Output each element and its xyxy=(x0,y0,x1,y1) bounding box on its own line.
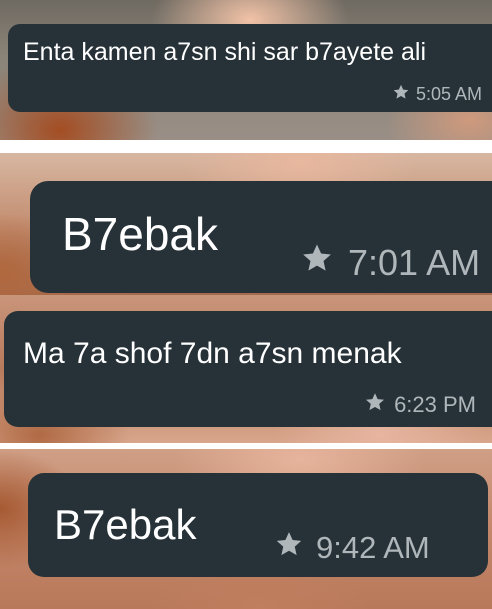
screenshot-panel-2: B7ebak 7:01 AM xyxy=(0,153,492,295)
message-time: 6:23 PM xyxy=(394,392,476,417)
message-meta: 7:01 AM xyxy=(300,241,480,284)
message-time: 9:42 AM xyxy=(316,530,430,565)
message-bubble[interactable]: Enta kamen a7sn shi sar b7ayete ali 5:05… xyxy=(8,24,492,112)
star-icon xyxy=(274,529,304,567)
screenshot-panel-4: B7ebak 9:42 AM xyxy=(0,449,492,609)
message-meta: 5:05 AM xyxy=(392,83,482,106)
star-icon xyxy=(364,391,386,419)
message-text: B7ebak xyxy=(62,208,219,260)
message-text: Ma 7a shof 7dn a7sn menak xyxy=(23,337,402,370)
message-time: 5:05 AM xyxy=(415,84,482,104)
screenshot-panel-1: Enta kamen a7sn shi sar b7ayete ali 5:05… xyxy=(0,0,492,140)
star-icon xyxy=(392,83,410,106)
message-bubble[interactable]: Ma 7a shof 7dn a7sn menak 6:23 PM xyxy=(4,311,492,427)
message-time: 7:01 AM xyxy=(348,241,481,283)
message-bubble[interactable]: B7ebak 7:01 AM xyxy=(30,181,492,293)
message-text: Enta kamen a7sn shi sar b7ayete ali xyxy=(23,38,427,66)
message-meta: 6:23 PM xyxy=(364,391,476,419)
screenshot-panel-3: Ma 7a shof 7dn a7sn menak 6:23 PM xyxy=(0,295,492,443)
message-bubble[interactable]: B7ebak 9:42 AM xyxy=(28,473,488,577)
message-text: B7ebak xyxy=(54,501,197,548)
message-meta: 9:42 AM xyxy=(274,529,430,567)
star-icon xyxy=(300,241,334,284)
